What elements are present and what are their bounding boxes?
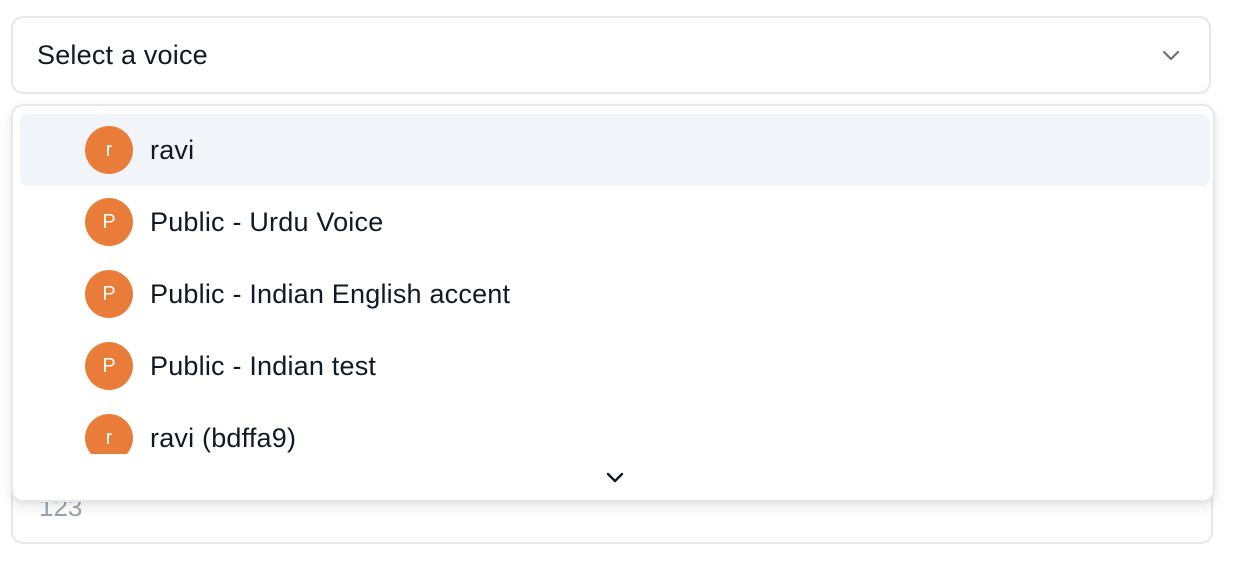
voice-option-label: ravi — [150, 134, 195, 165]
voice-option-label: ravi (bdffa9) — [150, 422, 297, 453]
voice-options-list[interactable]: r ravi P Public - Urdu Voice P Public - … — [20, 114, 1210, 454]
voice-option-label: Public - Indian test — [150, 350, 377, 381]
avatar: P — [85, 270, 133, 318]
voice-dropdown: r ravi P Public - Urdu Voice P Public - … — [11, 104, 1215, 502]
voice-select-screen: Select a voice 123 r ravi P Public - Urd… — [0, 0, 1244, 580]
voice-option-ravi[interactable]: r ravi — [20, 114, 1210, 186]
voice-option-label: Public - Indian English accent — [150, 278, 511, 309]
voice-option-label: Public - Urdu Voice — [150, 206, 384, 237]
voice-option-ravi-bdffa9[interactable]: r ravi (bdffa9) — [20, 402, 1210, 454]
voice-select-placeholder: Select a voice — [37, 39, 208, 70]
chevron-down-icon[interactable] — [603, 466, 627, 490]
avatar: P — [85, 198, 133, 246]
voice-option-public-urdu[interactable]: P Public - Urdu Voice — [20, 186, 1210, 258]
avatar: r — [85, 414, 133, 454]
avatar: P — [85, 342, 133, 390]
chevron-down-icon — [1162, 50, 1180, 61]
voice-option-public-indian-test[interactable]: P Public - Indian test — [20, 330, 1210, 402]
voice-option-public-indian-english[interactable]: P Public - Indian English accent — [20, 258, 1210, 330]
avatar: r — [85, 126, 133, 174]
voice-select-trigger[interactable]: Select a voice — [11, 16, 1211, 94]
